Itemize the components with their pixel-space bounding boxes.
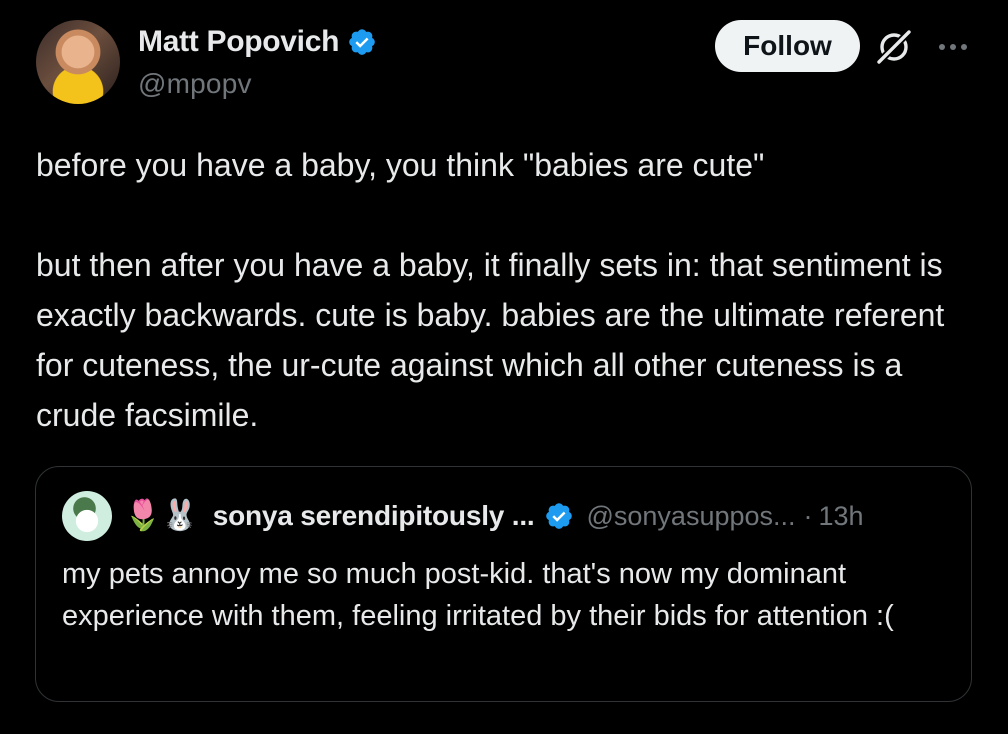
tweet-paragraph: before you have a baby, you think "babie…: [36, 147, 765, 183]
verified-badge-icon: [546, 503, 573, 529]
tweet-paragraph: but then after you have a baby, it final…: [36, 247, 945, 433]
quoted-tweet-card[interactable]: 🌷🐰 sonya serendipitously ... @sonyasuppo…: [35, 466, 972, 702]
more-dot: [939, 44, 945, 50]
quoted-tweet-header: 🌷🐰 sonya serendipitously ... @sonyasuppo…: [62, 491, 864, 541]
quoted-author-handle: @sonyasuppos...: [586, 500, 796, 531]
more-dot: [950, 44, 956, 50]
quoted-tweet-text: my pets annoy me so much post-kid. that'…: [62, 558, 894, 632]
grok-icon[interactable]: [872, 25, 916, 69]
more-dot: [961, 44, 967, 50]
tweet-text: before you have a baby, you think "babie…: [36, 140, 976, 440]
quoted-author-avatar: [62, 491, 112, 541]
author-display-name[interactable]: Matt Popovich: [138, 25, 339, 59]
author-name-row: Matt Popovich: [138, 22, 377, 62]
more-options-icon[interactable]: [932, 27, 974, 67]
author-avatar[interactable]: [36, 20, 120, 104]
separator-dot: ·: [803, 500, 813, 531]
quoted-author-emojis: 🌷🐰: [124, 499, 199, 532]
quoted-author-display-name: sonya serendipitously ...: [212, 500, 535, 531]
quoted-tweet-time: 13h: [818, 500, 864, 531]
follow-button[interactable]: Follow: [715, 20, 860, 72]
verified-badge-icon: [349, 29, 375, 55]
author-handle[interactable]: @mpopv: [138, 68, 377, 100]
author-info: Matt Popovich @mpopv: [138, 22, 377, 100]
